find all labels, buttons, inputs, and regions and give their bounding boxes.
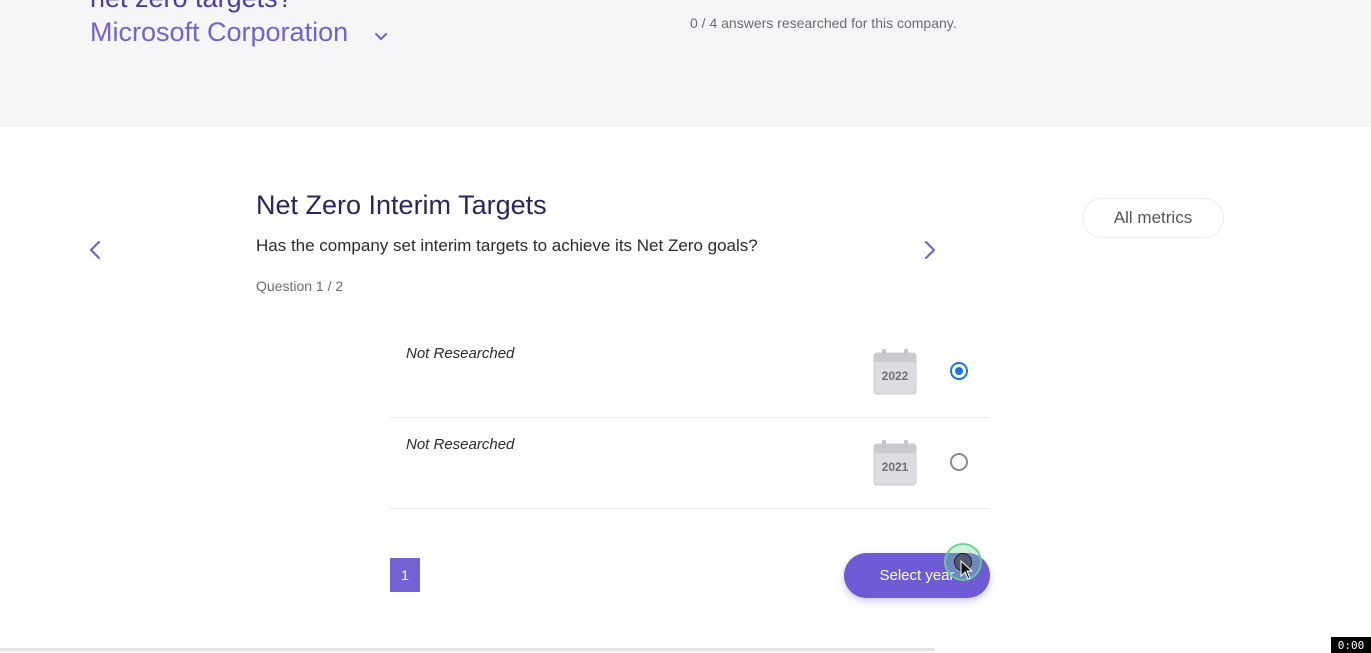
calendar-icon: 2022: [873, 349, 917, 395]
mouse-pointer-icon: [960, 560, 974, 580]
next-question-button[interactable]: [920, 238, 940, 262]
answers-progress: 0 / 4 answers researched for this compan…: [690, 15, 957, 31]
answer-row-2022[interactable]: Not Researched 2022: [390, 327, 989, 418]
chevron-right-icon: [924, 240, 936, 260]
calendar-year: 2021: [881, 460, 909, 474]
calendar-icon: 2021: [873, 440, 917, 486]
pagination-page-1[interactable]: 1: [390, 558, 420, 592]
previous-question-button[interactable]: [85, 238, 105, 262]
question-title: Net Zero Interim Targets: [256, 190, 547, 220]
company-name[interactable]: Microsoft Corporation: [90, 17, 348, 48]
year-radio-2021[interactable]: [950, 453, 968, 471]
answer-status: Not Researched: [406, 345, 515, 362]
page-heading: net zero targets?: [90, 0, 293, 14]
all-metrics-button[interactable]: All metrics: [1082, 198, 1224, 238]
company-header: net zero targets? Microsoft Corporation …: [0, 0, 1371, 126]
question-text: Has the company set interim targets to a…: [256, 236, 758, 255]
answer-row-2021[interactable]: Not Researched 2021: [390, 418, 989, 509]
answer-status: Not Researched: [406, 436, 515, 453]
chevron-down-icon[interactable]: [374, 30, 388, 44]
company-selector[interactable]: Microsoft Corporation: [90, 17, 388, 48]
recording-timer: 0:00: [1331, 637, 1371, 653]
calendar-year: 2022: [881, 369, 909, 383]
answers-list: Not Researched 2022 Not Researched 2021: [390, 327, 989, 509]
question-counter: Question 1 / 2: [256, 278, 344, 294]
year-radio-2022[interactable]: [950, 362, 968, 380]
chevron-left-icon: [89, 240, 101, 260]
divider: [0, 648, 935, 651]
